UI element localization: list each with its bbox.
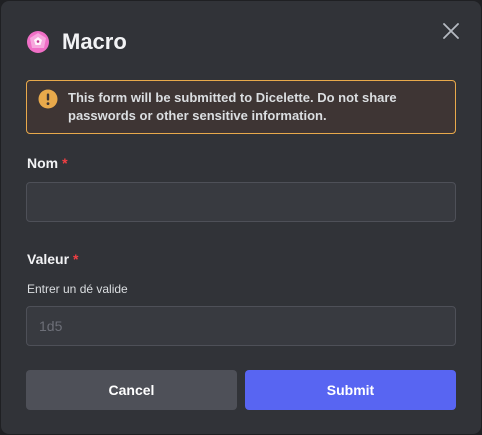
warning-banner: This form will be submitted to Dicelette… [26,80,456,134]
close-button[interactable] [441,21,461,41]
warning-line-2: passwords or other sensitive information… [68,108,327,123]
required-mark: * [73,251,79,267]
nom-label-text: Nom [27,155,59,171]
close-icon [443,23,459,39]
warning-line-1: This form will be submitted to Dicelette… [68,90,397,105]
warning-text: This form will be submitted to Dicelette… [68,89,397,125]
valeur-input[interactable] [26,306,456,346]
modal-header: Macro [26,29,127,55]
required-mark: * [62,155,68,171]
valeur-label: Valeur * [27,251,78,267]
cancel-button[interactable]: Cancel [26,370,237,410]
modal-title: Macro [62,29,127,54]
macro-modal: Macro This form will be submitted to Dic… [1,1,481,434]
nom-input[interactable] [26,182,456,222]
nom-label: Nom * [27,155,68,171]
exclamation-circle-icon [38,89,58,109]
pink-dice-icon [26,30,50,54]
valeur-label-text: Valeur [27,251,70,267]
submit-button[interactable]: Submit [245,370,456,410]
valeur-description: Entrer un dé valide [27,282,128,296]
